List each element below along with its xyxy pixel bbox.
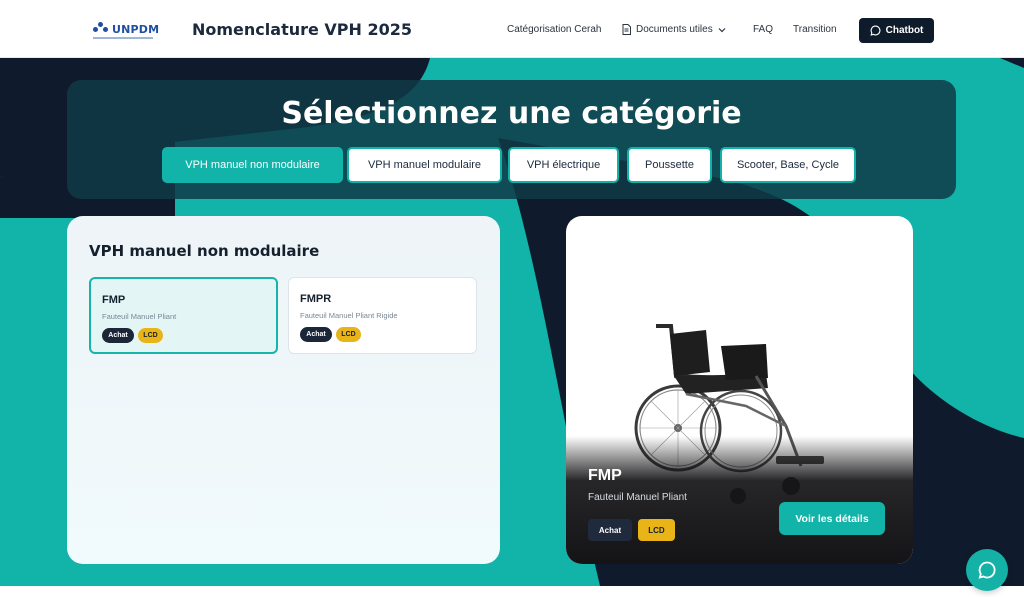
nav-transition-label: Transition — [793, 24, 837, 35]
logo-icon — [93, 22, 109, 36]
chatbot-label: Chatbot — [885, 25, 924, 36]
category-selector-panel: Sélectionnez une catégorie VPH manuel no… — [67, 80, 956, 199]
product-code: FMPR — [300, 293, 332, 305]
product-item-fmp[interactable]: FMP Fauteuil Manuel Pliant Achat LCD — [89, 277, 278, 354]
nav-categorisation[interactable]: Catégorisation Cerah — [507, 24, 602, 35]
badge-achat: Achat — [588, 519, 632, 541]
nav-documents-dropdown[interactable]: Documents utiles — [622, 24, 726, 35]
nav-faq-label: FAQ — [753, 24, 774, 35]
detail-product-code: FMP — [588, 467, 622, 484]
product-list-card: VPH manuel non modulaire FMP Fauteuil Ma… — [67, 216, 500, 564]
document-icon — [622, 24, 631, 35]
detail-product-description: Fauteuil Manuel Pliant — [588, 492, 687, 503]
floating-chat-button[interactable] — [966, 549, 1008, 591]
nav-transition[interactable]: Transition — [793, 24, 837, 35]
category-button-vph-manuel-modulaire[interactable]: VPH manuel modulaire — [347, 147, 502, 183]
nav-documents-label: Documents utiles — [636, 24, 713, 35]
category-button-label: VPH manuel modulaire — [367, 159, 482, 171]
chevron-down-icon — [718, 27, 726, 32]
category-button-vph-manuel-non-modulaire[interactable]: VPH manuel non modulaire — [162, 147, 343, 183]
category-button-label: Scooter, Base, Cycle — [736, 159, 840, 171]
badge-lcd: LCD — [138, 328, 163, 343]
badge-achat: Achat — [102, 328, 134, 343]
product-detail-card: FMP Fauteuil Manuel Pliant Achat LCD Voi… — [566, 216, 913, 564]
badge-lcd: LCD — [336, 327, 361, 342]
product-list-title: VPH manuel non modulaire — [89, 242, 320, 260]
category-button-label: VPH électrique — [526, 159, 601, 171]
logo-tagline — [93, 37, 153, 39]
category-heading: Sélectionnez une catégorie — [281, 96, 742, 131]
badge-lcd: LCD — [638, 519, 675, 541]
nav-categorisation-label: Catégorisation Cerah — [507, 24, 602, 35]
category-button-label: Poussette — [645, 159, 694, 171]
page-footer — [0, 586, 1024, 597]
category-button-poussette[interactable]: Poussette — [627, 147, 712, 183]
product-code: FMP — [102, 294, 126, 306]
chat-bubble-icon — [869, 25, 881, 36]
category-button-scooter-base-cycle[interactable]: Scooter, Base, Cycle — [720, 147, 856, 183]
logo-text: UNPDM — [112, 22, 160, 36]
page-title: Nomenclature VPH 2025 — [192, 20, 413, 39]
product-item-fmpr[interactable]: FMPR Fauteuil Manuel Pliant Rigide Achat… — [288, 277, 477, 354]
view-details-button[interactable]: Voir les détails — [779, 502, 885, 535]
top-navbar: UNPDM Nomenclature VPH 2025 Catégorisati… — [0, 0, 1024, 58]
nav-faq[interactable]: FAQ — [753, 24, 773, 35]
badge-achat: Achat — [300, 327, 332, 342]
chatbot-button[interactable]: Chatbot — [859, 18, 934, 43]
product-description: Fauteuil Manuel Pliant Rigide — [300, 311, 398, 320]
category-button-vph-electrique[interactable]: VPH électrique — [508, 147, 619, 183]
chat-bubble-icon — [978, 561, 996, 579]
unpdm-logo[interactable]: UNPDM — [93, 22, 159, 36]
category-button-label: VPH manuel non modulaire — [185, 159, 320, 171]
product-description: Fauteuil Manuel Pliant — [102, 312, 177, 321]
main-section: Sélectionnez une catégorie VPH manuel no… — [0, 58, 1024, 586]
